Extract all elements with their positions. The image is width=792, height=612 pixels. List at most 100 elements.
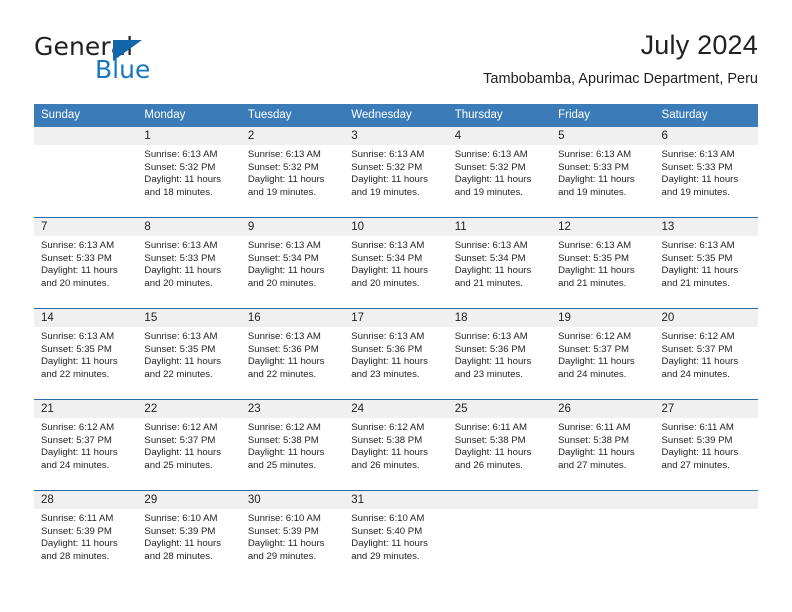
- sunrise-text: Sunrise: 6:13 AM: [247, 149, 321, 160]
- day-details: Sunrise: 6:12 AM Sunset: 5:37 PM Daylight:…: [655, 327, 758, 381]
- day-number: 1: [137, 127, 241, 145]
- calendar-day-cell[interactable]: 22 Sunrise: 6:12 AM Sunset: 5:37 PM Dayligh…: [137, 400, 241, 490]
- calendar-day-cell[interactable]: 30 Sunrise: 6:10 AM Sunset: 5:39 PM Dayligh…: [240, 491, 345, 581]
- calendar-day-cell[interactable]: 14 Sunrise: 6:13 AM Sunset: 5:35 PM Dayligh…: [34, 309, 138, 399]
- sunrise-text: Sunrise: 6:13 AM: [351, 331, 425, 342]
- day-number: [551, 491, 655, 509]
- daylight-text-line2: and 24 minutes.: [558, 368, 627, 380]
- day-cell-inner: 12 Sunrise: 6:13 AM Sunset: 5:35 PM Dayligh…: [551, 218, 655, 308]
- daylight-text-line1: Daylight: 11 hours: [558, 447, 635, 459]
- sunset-text: Sunset: 5:38 PM: [558, 434, 630, 446]
- day-details: Sunrise: 6:13 AM Sunset: 5:34 PM Daylight:…: [241, 236, 344, 290]
- calendar-day-cell[interactable]: 28 Sunrise: 6:11 AM Sunset: 5:39 PM Dayligh…: [34, 491, 138, 581]
- daylight-text-line1: Daylight: 11 hours: [41, 447, 118, 459]
- day-cell-inner: [34, 127, 138, 217]
- day-details: Sunrise: 6:10 AM Sunset: 5:40 PM Daylight:…: [344, 509, 447, 563]
- calendar-day-cell[interactable]: 17 Sunrise: 6:13 AM Sunset: 5:36 PM Dayligh…: [344, 309, 448, 399]
- day-number: 11: [447, 218, 552, 236]
- daylight-text-line1: Daylight: 11 hours: [661, 265, 739, 277]
- day-number: 31: [344, 491, 448, 509]
- day-number: 19: [551, 309, 655, 327]
- calendar-day-cell[interactable]: 1 Sunrise: 6:13 AM Sunset: 5:32 PM Daylight…: [137, 127, 241, 217]
- day-cell-inner: 24 Sunrise: 6:12 AM Sunset: 5:38 PM Dayligh…: [344, 400, 448, 490]
- day-cell-inner: 6 Sunrise: 6:13 AM Sunset: 5:33 PM Daylight…: [654, 127, 758, 217]
- day-details: Sunrise: 6:11 AM Sunset: 5:39 PM Daylight:…: [34, 509, 137, 563]
- calendar-day-cell[interactable]: 7 Sunrise: 6:13 AM Sunset: 5:33 PM Daylight…: [34, 218, 138, 308]
- logo-blue-text: Blue: [95, 55, 151, 84]
- sunset-text: Sunset: 5:32 PM: [247, 161, 319, 173]
- day-cell-inner: 23 Sunrise: 6:12 AM Sunset: 5:38 PM Dayligh…: [240, 400, 345, 490]
- calendar-day-cell[interactable]: 20 Sunrise: 6:12 AM Sunset: 5:37 PM Dayligh…: [654, 309, 758, 399]
- calendar-day-cell[interactable]: 10 Sunrise: 6:13 AM Sunset: 5:34 PM Dayligh…: [344, 218, 448, 308]
- day-cell-inner: 2 Sunrise: 6:13 AM Sunset: 5:32 PM Daylight…: [240, 127, 345, 217]
- calendar-day-cell[interactable]: 26 Sunrise: 6:11 AM Sunset: 5:38 PM Dayligh…: [551, 400, 655, 490]
- day-number: 23: [240, 400, 345, 418]
- calendar-day-cell[interactable]: 21 Sunrise: 6:12 AM Sunset: 5:37 PM Dayligh…: [34, 400, 138, 490]
- calendar-day-cell[interactable]: 2 Sunrise: 6:13 AM Sunset: 5:32 PM Daylight…: [240, 127, 345, 217]
- calendar-day-cell[interactable]: 24 Sunrise: 6:12 AM Sunset: 5:38 PM Dayligh…: [344, 400, 448, 490]
- calendar-day-cell[interactable]: 11 Sunrise: 6:13 AM Sunset: 5:34 PM Dayligh…: [447, 218, 552, 308]
- daylight-text-line1: Daylight: 11 hours: [247, 538, 325, 550]
- calendar-table: Sunday Monday Tuesday Wednesday Thursday…: [34, 104, 758, 581]
- calendar-day-cell[interactable]: 15 Sunrise: 6:13 AM Sunset: 5:35 PM Dayligh…: [137, 309, 241, 399]
- daylight-text-line2: and 20 minutes.: [247, 277, 317, 289]
- daylight-text-line2: and 22 minutes.: [41, 368, 110, 380]
- calendar-day-cell[interactable]: 5 Sunrise: 6:13 AM Sunset: 5:33 PM Daylight…: [551, 127, 655, 217]
- day-details: Sunrise: 6:10 AM Sunset: 5:39 PM Daylight:…: [137, 509, 240, 563]
- calendar-day-cell[interactable]: 8 Sunrise: 6:13 AM Sunset: 5:33 PM Daylight…: [137, 218, 241, 308]
- daylight-text-line1: Daylight: 11 hours: [41, 356, 118, 368]
- day-number: 2: [240, 127, 345, 145]
- day-cell-inner: 3 Sunrise: 6:13 AM Sunset: 5:32 PM Daylight…: [344, 127, 448, 217]
- calendar-day-cell[interactable]: 31 Sunrise: 6:10 AM Sunset: 5:40 PM Dayligh…: [344, 491, 448, 581]
- calendar-week-row: 1 Sunrise: 6:13 AM Sunset: 5:32 PM Daylight…: [34, 127, 758, 217]
- calendar-day-cell[interactable]: 25 Sunrise: 6:11 AM Sunset: 5:38 PM Dayligh…: [447, 400, 552, 490]
- day-number: 29: [137, 491, 241, 509]
- day-number: 13: [654, 218, 758, 236]
- day-number: 10: [344, 218, 448, 236]
- sunset-text: Sunset: 5:37 PM: [41, 434, 112, 446]
- calendar-day-cell[interactable]: 9 Sunrise: 6:13 AM Sunset: 5:34 PM Daylight…: [240, 218, 345, 308]
- day-details: Sunrise: 6:13 AM Sunset: 5:32 PM Daylight:…: [344, 145, 447, 199]
- day-number: 3: [344, 127, 448, 145]
- calendar-day-cell[interactable]: 19 Sunrise: 6:12 AM Sunset: 5:37 PM Dayligh…: [551, 309, 655, 399]
- daylight-text-line1: Daylight: 11 hours: [144, 447, 222, 459]
- sunrise-text: Sunrise: 6:13 AM: [558, 240, 632, 251]
- sunset-text: Sunset: 5:37 PM: [144, 434, 216, 446]
- weekday-header-wednesday: Wednesday: [344, 104, 448, 127]
- daylight-text-line1: Daylight: 11 hours: [247, 447, 325, 459]
- sunrise-text: Sunrise: 6:13 AM: [454, 240, 528, 251]
- generalblue-logo[interactable]: General Blue: [34, 32, 254, 88]
- sunset-text: Sunset: 5:32 PM: [144, 161, 216, 173]
- day-details: Sunrise: 6:13 AM Sunset: 5:36 PM Daylight:…: [241, 327, 344, 381]
- daylight-text-line1: Daylight: 11 hours: [454, 174, 532, 186]
- calendar-day-cell[interactable]: 13 Sunrise: 6:13 AM Sunset: 5:35 PM Dayligh…: [654, 218, 758, 308]
- calendar-day-cell[interactable]: 18 Sunrise: 6:13 AM Sunset: 5:36 PM Dayligh…: [447, 309, 552, 399]
- day-cell-inner: 26 Sunrise: 6:11 AM Sunset: 5:38 PM Dayligh…: [551, 400, 655, 490]
- calendar-day-cell[interactable]: 6 Sunrise: 6:13 AM Sunset: 5:33 PM Daylight…: [654, 127, 758, 217]
- calendar-day-cell[interactable]: 4 Sunrise: 6:13 AM Sunset: 5:32 PM Daylight…: [447, 127, 552, 217]
- day-details: Sunrise: 6:10 AM Sunset: 5:39 PM Daylight:…: [241, 509, 344, 563]
- daylight-text-line2: and 20 minutes.: [144, 277, 213, 289]
- day-details: Sunrise: 6:13 AM Sunset: 5:36 PM Daylight:…: [448, 327, 551, 381]
- page-header: General Blue July 2024 Tambobamba, Apuri…: [34, 28, 758, 100]
- day-number: 6: [654, 127, 758, 145]
- daylight-text-line1: Daylight: 11 hours: [454, 447, 532, 459]
- calendar-day-cell[interactable]: 3 Sunrise: 6:13 AM Sunset: 5:32 PM Daylight…: [344, 127, 448, 217]
- calendar-day-cell[interactable]: 12 Sunrise: 6:13 AM Sunset: 5:35 PM Dayligh…: [551, 218, 655, 308]
- weekday-header-tuesday: Tuesday: [240, 104, 345, 127]
- calendar-day-cell[interactable]: 27 Sunrise: 6:11 AM Sunset: 5:39 PM Dayligh…: [654, 400, 758, 490]
- calendar-day-cell[interactable]: 29 Sunrise: 6:10 AM Sunset: 5:39 PM Dayligh…: [137, 491, 241, 581]
- sunset-text: Sunset: 5:33 PM: [144, 252, 216, 264]
- daylight-text-line1: Daylight: 11 hours: [144, 265, 222, 277]
- daylight-text-line2: and 29 minutes.: [247, 550, 317, 562]
- calendar-day-cell[interactable]: 23 Sunrise: 6:12 AM Sunset: 5:38 PM Dayligh…: [240, 400, 345, 490]
- sunset-text: Sunset: 5:38 PM: [351, 434, 423, 446]
- calendar-week-row: 7 Sunrise: 6:13 AM Sunset: 5:33 PM Daylight…: [34, 218, 758, 308]
- daylight-text-line2: and 19 minutes.: [558, 186, 627, 198]
- sunrise-text: Sunrise: 6:12 AM: [351, 422, 425, 433]
- daylight-text-line1: Daylight: 11 hours: [41, 265, 118, 277]
- daylight-text-line2: and 24 minutes.: [661, 368, 730, 380]
- sunrise-text: Sunrise: 6:13 AM: [144, 331, 218, 342]
- day-cell-inner: 31 Sunrise: 6:10 AM Sunset: 5:40 PM Dayligh…: [344, 491, 448, 581]
- calendar-day-cell[interactable]: 16 Sunrise: 6:13 AM Sunset: 5:36 PM Dayligh…: [240, 309, 345, 399]
